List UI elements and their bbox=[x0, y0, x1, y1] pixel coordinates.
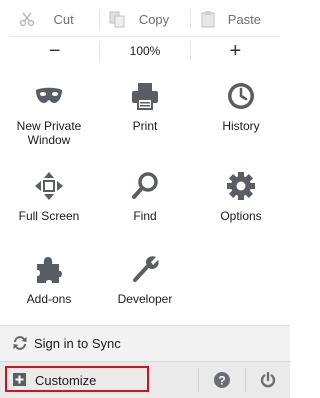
copy-icon bbox=[109, 11, 125, 28]
paste-button[interactable]: Paste bbox=[191, 6, 280, 32]
scissors-icon bbox=[19, 12, 35, 27]
sync-label: Sign in to Sync bbox=[34, 336, 121, 351]
menu-main: Cut Copy Paste − 100% + New Private Wind… bbox=[0, 0, 290, 325]
menu-footer: Customize ? bbox=[0, 361, 290, 398]
find-button[interactable]: Find bbox=[97, 165, 193, 245]
help-icon[interactable]: ? bbox=[213, 371, 231, 389]
sync-icon bbox=[13, 336, 27, 350]
new-private-window-button[interactable]: New Private Window bbox=[1, 75, 97, 155]
print-button[interactable]: Print bbox=[97, 75, 193, 155]
history-button[interactable]: History bbox=[193, 75, 289, 155]
plus-square-icon bbox=[13, 373, 26, 386]
zoom-reset-button[interactable]: 100% bbox=[100, 38, 189, 64]
tile-label: Options bbox=[220, 209, 262, 223]
edit-controls: Cut Copy Paste bbox=[10, 6, 280, 32]
divider bbox=[245, 368, 246, 392]
copy-label: Copy bbox=[138, 11, 170, 27]
clipboard-icon bbox=[201, 11, 215, 28]
svg-text:?: ? bbox=[218, 374, 225, 388]
zoom-in-button[interactable]: + bbox=[191, 38, 280, 64]
menu-panel: Cut Copy Paste − 100% + New Private Wind… bbox=[0, 0, 290, 398]
mask-icon bbox=[36, 87, 62, 103]
divider bbox=[198, 368, 199, 392]
options-button[interactable]: Options bbox=[193, 165, 289, 245]
clock-icon bbox=[228, 83, 254, 109]
customize-button[interactable]: Customize bbox=[5, 366, 149, 392]
sign-in-to-sync-button[interactable]: Sign in to Sync bbox=[0, 325, 290, 361]
fullscreen-icon bbox=[35, 172, 63, 200]
copy-button[interactable]: Copy bbox=[100, 6, 189, 32]
power-icon[interactable] bbox=[259, 371, 277, 389]
tile-label: History bbox=[222, 119, 260, 133]
tile-label: Find bbox=[133, 209, 157, 223]
printer-icon bbox=[132, 83, 158, 110]
tile-label: Add-ons bbox=[26, 292, 72, 306]
wrench-icon bbox=[133, 256, 159, 282]
cut-label: Cut bbox=[53, 11, 74, 27]
cut-button[interactable]: Cut bbox=[10, 6, 99, 32]
customize-label: Customize bbox=[35, 373, 97, 388]
full-screen-button[interactable]: Full Screen bbox=[1, 165, 97, 245]
zoom-controls: − 100% + bbox=[10, 38, 280, 64]
zoom-out-button[interactable]: − bbox=[10, 38, 99, 64]
magnifier-icon bbox=[132, 172, 158, 199]
tile-label: Full Screen bbox=[18, 209, 80, 223]
tile-label: Developer bbox=[117, 292, 173, 306]
tile-label: New Private Window bbox=[16, 119, 82, 147]
paste-label: Paste bbox=[227, 11, 261, 27]
gear-icon bbox=[227, 172, 255, 200]
developer-button[interactable]: Developer bbox=[97, 248, 193, 328]
divider bbox=[10, 36, 280, 37]
add-ons-button[interactable]: Add-ons bbox=[1, 248, 97, 328]
puzzle-icon bbox=[37, 257, 62, 283]
tile-label: Print bbox=[132, 119, 158, 133]
